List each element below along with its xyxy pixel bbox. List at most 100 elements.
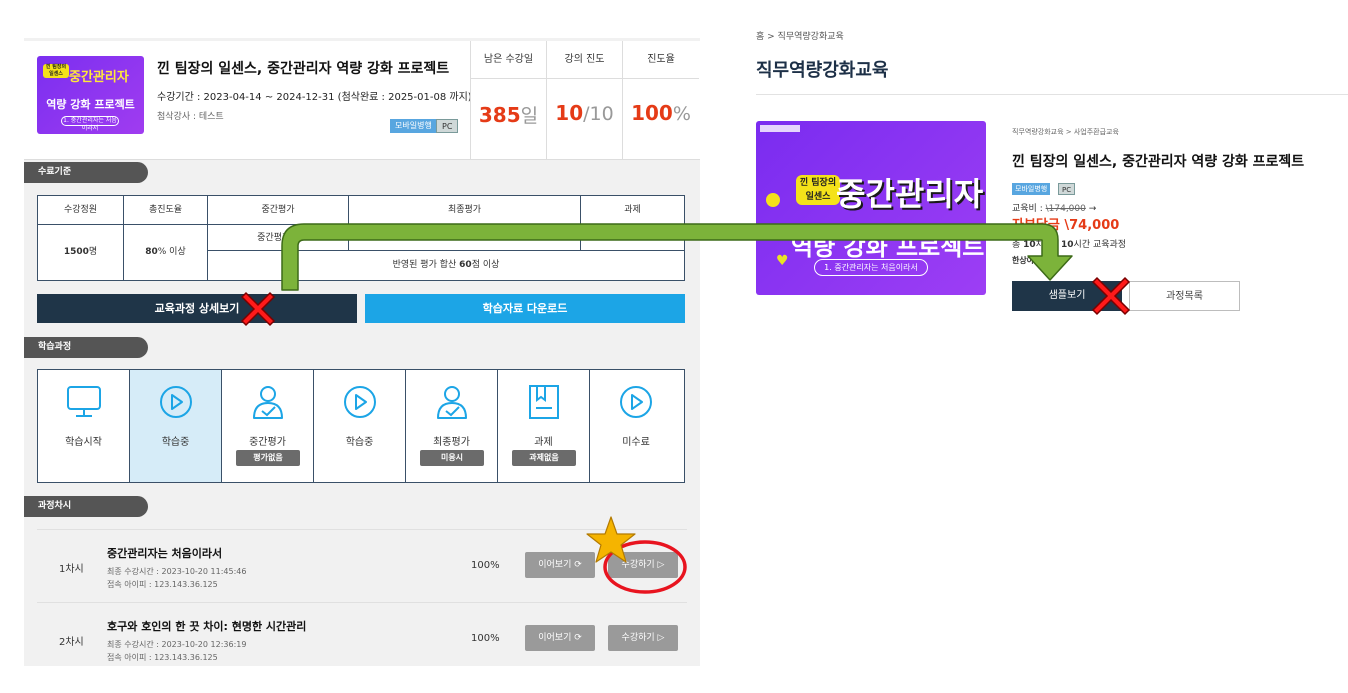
sample-view-button[interactable]: 샘플보기 [1012, 281, 1122, 311]
thumbnail-line3: 1. 중간관리자는 처음이라서 [814, 259, 928, 276]
lesson-row: 2차시 호구와 호인의 한 끗 차이: 현명한 시간관리 최종 수강시간 : 2… [37, 602, 687, 666]
thumbnail-line1: 중간관리자 [836, 175, 984, 213]
user-check-icon [437, 386, 467, 419]
play-circle-icon [344, 386, 376, 418]
step-label: 학습시작 [65, 437, 102, 448]
lesson-title: 호구와 호인의 한 끗 차이: 현명한 시간관리 [107, 620, 307, 633]
criteria-progress: 80% 이상 [124, 225, 208, 280]
smile-icon [766, 193, 780, 207]
thumbnail-tag: 낀 팀장의 일센스 [796, 175, 840, 205]
thumbnail-line3: 1. 중간관리자는 처음이라서 [61, 116, 119, 132]
lesson-ip: 접속 아이피 : 123.143.36.125 [107, 580, 218, 589]
stat-label: 남은 수강일 [471, 41, 546, 79]
lesson-list: 1차시 중간관리자는 처음이라서 최종 수강시간 : 2023-10-20 11… [37, 529, 700, 666]
section-tag-criteria: 수료기준 [24, 162, 148, 183]
resume-button[interactable]: 이어보기 ⟳ [525, 625, 595, 651]
course-fee: 교육비 : \174,000 → [1012, 204, 1097, 214]
step-assignment: 과제 과제없음 [498, 370, 590, 482]
section-tag-steps: 학습과정 [24, 337, 148, 358]
course-detail-button[interactable]: 교육과정 상세보기 [37, 294, 357, 323]
criteria-final [349, 225, 581, 251]
step-status-pill: 평가없음 [236, 450, 300, 466]
breadcrumb[interactable]: 홈 > 직무역량강화교육 [756, 29, 844, 42]
lesson-progress: 100% [471, 633, 500, 644]
monitor-icon [67, 386, 101, 417]
user-check-icon [253, 386, 283, 419]
stat-value: 385 [478, 103, 521, 127]
criteria-sum: 반영된 평가 합산 60점 이상 [392, 260, 500, 270]
step-status-pill: 미응시 [420, 450, 484, 466]
step-label: 과제 [534, 437, 553, 448]
thumbnail-line2: 역량 강화 프로젝트 [791, 233, 985, 261]
lesson-progress: 100% [471, 560, 500, 571]
pc-badge: PC [1058, 183, 1076, 195]
step-label: 학습중 [345, 437, 374, 448]
page-title: 직무역량강화교육 [756, 60, 889, 81]
step-label: 중간평가 [249, 437, 286, 448]
thumbnail-line2: 역량 강화 프로젝트 [46, 98, 135, 111]
play-circle-icon [160, 386, 192, 418]
play-circle-icon [620, 386, 652, 418]
step-label: 최종평가 [433, 437, 470, 448]
resume-button[interactable]: 이어보기 ⟳ [525, 552, 595, 578]
step-learning-2: 학습중 [314, 370, 406, 482]
criteria-header: 총진도율 [124, 196, 208, 225]
criteria-midterm: 중간평가 9 [208, 225, 349, 251]
completion-criteria-table: 수강정원 총진도율 중간평가 최종평가 과제 1500명 80% 이상 중간평가… [37, 195, 685, 281]
step-learning-1: 학습중 [130, 370, 222, 482]
divider [756, 94, 1348, 95]
lesson-number: 2차시 [59, 637, 84, 648]
stat-value: 100 [631, 101, 673, 125]
step-status-pill: 과제없음 [512, 450, 576, 466]
stat-lecture-progress: 강의 진도 10/10 [547, 41, 623, 160]
stat-unit: % [672, 103, 691, 125]
section-tag-lessons: 과정차시 [24, 496, 148, 517]
lesson-ip: 접속 아이피 : 123.143.36.125 [107, 653, 218, 662]
stat-progress-rate: 진도율 100% [623, 41, 699, 160]
course-title: 낀 팀장의 일센스, 중간관리자 역량 강화 프로젝트 [1012, 154, 1305, 170]
criteria-assignment [581, 225, 684, 251]
criteria-header: 최종평가 [349, 196, 581, 225]
criteria-header: 수강정원 [38, 196, 124, 225]
course-list-button[interactable]: 과정목록 [1129, 281, 1240, 311]
watch-button[interactable]: 수강하기 ▷ [608, 552, 678, 578]
mobile-badge: 모바일병행 [1012, 183, 1051, 195]
criteria-header: 과제 [624, 205, 641, 215]
pc-badge: PC [436, 119, 459, 133]
step-final: 최종평가 미응시 [406, 370, 498, 482]
self-pay-amount: 자부담금 \74,000 [1012, 218, 1120, 233]
stat-remaining-days: 남은 수강일 385일 [471, 41, 547, 160]
material-download-button[interactable]: 학습자료 다운로드 [365, 294, 685, 323]
mobile-badge: 모바일병행 [390, 119, 437, 133]
course-duration: 총 10차시 / 10시간 교육과정 [1012, 240, 1127, 250]
lesson-number: 1차시 [59, 564, 84, 575]
criteria-header: 중간평가 [208, 196, 349, 225]
thumbnail-tag: 낀 팀장의 일센스 [43, 64, 69, 78]
course-category: 직무역량강화교육 > 사업주환급교육 [1012, 128, 1119, 136]
my-course-panel: 낀 팀장의 일센스 중간관리자 역량 강화 프로젝트 1. 중간관리자는 처음이… [24, 38, 700, 666]
course-info-panel: 홈 > 직무역량강화교육 직무역량강화교육 ♥ 낀 팀장의 일센스 중간관리자 … [756, 26, 1348, 326]
course-thumbnail-large: ♥ 낀 팀장의 일센스 중간관리자 역량 강화 프로젝트 1. 중간관리자는 처… [756, 121, 986, 295]
criteria-capacity: 1500명 [38, 225, 124, 280]
criteria-header-row: 수강정원 총진도율 중간평가 최종평가 과제 [38, 196, 684, 225]
lesson-title: 중간관리자는 처음이라서 [107, 547, 223, 560]
course-teacher: 한상아 강사 [1012, 256, 1052, 265]
step-start: 학습시작 [38, 370, 130, 482]
course-title: 낀 팀장의 일센스, 중간관리자 역량 강화 프로젝트 [157, 61, 450, 77]
course-period: 수강기간 : 2023-04-14 ~ 2024-12-31 (첨삭완료 : 2… [157, 92, 472, 103]
stat-unit: /10 [583, 103, 614, 125]
step-incomplete: 미수료 [590, 370, 682, 482]
course-stats: 남은 수강일 385일 강의 진도 10/10 진도율 100% [470, 41, 700, 160]
course-teacher: 첨삭강사 : 테스트 [157, 112, 224, 122]
stat-label: 진도율 [623, 41, 699, 79]
stat-unit: 일 [520, 105, 539, 127]
thumbnail-topbar [760, 125, 800, 132]
heart-icon: ♥ [776, 253, 789, 269]
lesson-last-time: 최종 수강시간 : 2023-10-20 11:45:46 [107, 567, 247, 576]
stat-value: 10 [555, 101, 584, 125]
course-thumbnail: 낀 팀장의 일센스 중간관리자 역량 강화 프로젝트 1. 중간관리자는 처음이… [37, 56, 144, 134]
lesson-row: 1차시 중간관리자는 처음이라서 최종 수강시간 : 2023-10-20 11… [37, 529, 687, 601]
lesson-last-time: 최종 수강시간 : 2023-10-20 12:36:19 [107, 640, 247, 649]
course-summary-card: 낀 팀장의 일센스 중간관리자 역량 강화 프로젝트 1. 중간관리자는 처음이… [24, 41, 700, 160]
watch-button[interactable]: 수강하기 ▷ [608, 625, 678, 651]
